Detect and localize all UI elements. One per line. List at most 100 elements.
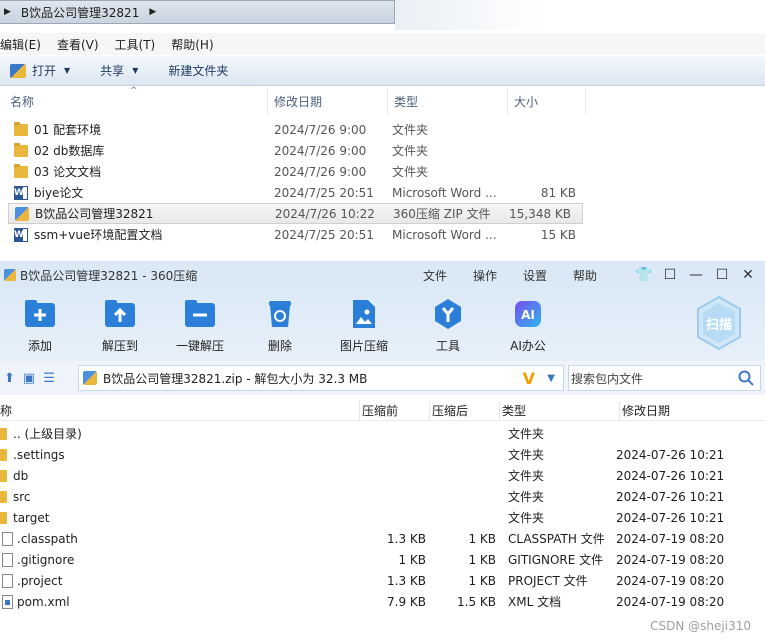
breadcrumb-segment[interactable]: B饮品公司管理32821 bbox=[15, 1, 145, 23]
list-item[interactable]: 01 配套环境 2024/7/26 9:00 文件夹 bbox=[0, 119, 765, 140]
column-name[interactable]: 名称 ^ bbox=[0, 86, 268, 114]
search-input[interactable]: 搜索包内文件 bbox=[568, 365, 761, 391]
table-row[interactable]: .settings 文件夹 2024-07-26 10:21 bbox=[0, 444, 765, 465]
breadcrumb-arrow-icon[interactable]: ▶ bbox=[0, 7, 15, 17]
zip-icon bbox=[15, 206, 29, 221]
folder-icon bbox=[0, 448, 7, 461]
v-logo-icon[interactable]: V bbox=[523, 369, 535, 388]
folder-icon bbox=[0, 427, 7, 440]
zip-column-compressed-after[interactable]: 压缩后 bbox=[430, 400, 500, 421]
breadcrumb-arrow-icon[interactable]: ▶ bbox=[145, 7, 160, 17]
tools-icon bbox=[431, 297, 465, 331]
explorer-column-header: 名称 ^ 修改日期 类型 大小 bbox=[0, 86, 765, 114]
zip-menu-bar: 文件 操作 设置 帮助 bbox=[423, 261, 623, 289]
archive-path-field[interactable]: B饮品公司管理32821.zip - 解包大小为 32.3 MB V ▼ bbox=[78, 365, 564, 391]
list-item[interactable]: 03 论文文档 2024/7/26 9:00 文件夹 bbox=[0, 161, 765, 182]
explorer-menu-bar: 编辑(E) 查看(V) 工具(T) 帮助(H) bbox=[0, 33, 765, 55]
zip-navigation-bar: ⬆ ▣ ☰ B饮品公司管理32821.zip - 解包大小为 32.3 MB V… bbox=[0, 361, 765, 395]
column-size[interactable]: 大小 bbox=[508, 88, 586, 114]
list-item[interactable]: ssm+vue环境配置文档 2024/7/25 20:51 Microsoft … bbox=[0, 224, 765, 245]
file-icon bbox=[2, 552, 13, 567]
table-row[interactable]: .gitignore 1 KB 1 KB GITIGNORE 文件 2024-0… bbox=[0, 549, 765, 570]
list-item[interactable]: biye论文 2024/7/25 20:51 Microsoft Word ..… bbox=[0, 182, 765, 203]
extract-to-icon bbox=[103, 297, 137, 331]
delete-button[interactable]: 删除 bbox=[240, 297, 320, 354]
list-view-icon[interactable]: ☰ bbox=[43, 371, 55, 386]
word-icon bbox=[14, 185, 28, 200]
close-icon[interactable]: ✕ bbox=[735, 267, 761, 283]
address-bar[interactable]: ▶ B饮品公司管理32821 ▶ bbox=[0, 0, 395, 24]
open-icon bbox=[10, 63, 26, 78]
list-item[interactable]: 02 db数据库 2024/7/26 9:00 文件夹 bbox=[0, 140, 765, 161]
menu-edit[interactable]: 编辑(E) bbox=[0, 36, 41, 53]
folder-icon bbox=[0, 490, 7, 503]
menu-help[interactable]: 帮助(H) bbox=[171, 36, 213, 53]
search-placeholder: 搜索包内文件 bbox=[571, 371, 644, 386]
svg-text:AI: AI bbox=[521, 308, 535, 322]
share-label: 共享 bbox=[100, 64, 125, 78]
table-row[interactable]: .. (上级目录) 文件夹 bbox=[0, 423, 765, 444]
folder-icon bbox=[14, 121, 28, 136]
zip-window-title: B饮品公司管理32821 - 360压缩 bbox=[20, 268, 198, 283]
maximize-icon[interactable]: ☐ bbox=[709, 267, 735, 283]
file-icon bbox=[2, 573, 13, 588]
zip-menu-settings[interactable]: 设置 bbox=[523, 267, 547, 284]
folder-icon bbox=[14, 163, 28, 178]
add-button[interactable]: 添加 bbox=[0, 297, 80, 354]
zip-column-header: 名称 压缩前 压缩后 类型 修改日期 bbox=[0, 400, 765, 421]
zip-icon bbox=[83, 371, 97, 385]
search-icon[interactable] bbox=[738, 370, 754, 389]
menu-tools[interactable]: 工具(T) bbox=[115, 36, 156, 53]
zip-menu-help[interactable]: 帮助 bbox=[573, 267, 597, 284]
watermark: CSDN @sheji310 bbox=[650, 619, 751, 633]
new-folder-button[interactable]: 新建文件夹 bbox=[168, 62, 228, 79]
add-icon bbox=[23, 297, 57, 331]
chevron-down-icon: ▼ bbox=[64, 66, 71, 75]
open-label: 打开 bbox=[32, 64, 57, 78]
zip-menu-operation[interactable]: 操作 bbox=[473, 267, 497, 284]
image-compress-button[interactable]: 图片压缩 bbox=[320, 297, 408, 354]
list-item-selected[interactable]: B饮品公司管理32821 2024/7/26 10:22 360压缩 ZIP 文… bbox=[8, 203, 583, 224]
explorer-toolbar: 打开 ▼ 共享 ▼ 新建文件夹 bbox=[0, 56, 765, 86]
thumbnail-view-icon[interactable]: ▣ bbox=[23, 371, 35, 386]
extract-to-button[interactable]: 解压到 bbox=[80, 297, 160, 354]
table-row[interactable]: pom.xml 7.9 KB 1.5 KB XML 文档 2024-07-19 … bbox=[0, 591, 765, 612]
zip-column-type[interactable]: 类型 bbox=[500, 400, 620, 421]
table-row[interactable]: src 文件夹 2024-07-26 10:21 bbox=[0, 486, 765, 507]
table-row[interactable]: .project 1.3 KB 1 KB PROJECT 文件 2024-07-… bbox=[0, 570, 765, 591]
folder-icon bbox=[0, 511, 7, 524]
explorer-titlebar-background bbox=[395, 0, 765, 30]
skin-icon[interactable]: 👕 bbox=[631, 267, 657, 283]
feedback-icon[interactable]: ☐ bbox=[657, 267, 683, 283]
new-folder-label: 新建文件夹 bbox=[168, 64, 229, 78]
recycle-bin-icon bbox=[263, 297, 297, 331]
zip-column-name[interactable]: 名称 bbox=[0, 400, 360, 421]
tools-button[interactable]: 工具 bbox=[408, 297, 488, 354]
zip-menu-file[interactable]: 文件 bbox=[423, 267, 447, 284]
sort-ascending-icon: ^ bbox=[130, 86, 138, 96]
zip-column-compressed-before[interactable]: 压缩前 bbox=[360, 400, 430, 421]
ai-office-button[interactable]: AI AI办公 bbox=[488, 297, 568, 354]
zip-file-list: .. (上级目录) 文件夹 .settings 文件夹 2024-07-26 1… bbox=[0, 421, 765, 612]
chevron-down-icon: ▼ bbox=[132, 66, 139, 75]
zip-column-date[interactable]: 修改日期 bbox=[620, 401, 760, 421]
up-arrow-icon[interactable]: ⬆ bbox=[4, 371, 15, 386]
table-row[interactable]: target 文件夹 2024-07-26 10:21 bbox=[0, 507, 765, 528]
folder-icon bbox=[0, 469, 7, 482]
table-row[interactable]: .classpath 1.3 KB 1 KB CLASSPATH 文件 2024… bbox=[0, 528, 765, 549]
ai-icon: AI bbox=[511, 297, 545, 331]
table-row[interactable]: db 文件夹 2024-07-26 10:21 bbox=[0, 465, 765, 486]
window-controls: 👕 ☐ — ☐ ✕ bbox=[631, 261, 761, 289]
menu-view[interactable]: 查看(V) bbox=[57, 36, 99, 53]
minimize-icon[interactable]: — bbox=[683, 267, 709, 283]
column-type[interactable]: 类型 bbox=[388, 88, 508, 114]
column-date[interactable]: 修改日期 bbox=[268, 88, 388, 114]
chevron-down-icon[interactable]: ▼ bbox=[547, 373, 555, 384]
share-button[interactable]: 共享 ▼ bbox=[100, 62, 138, 79]
open-button[interactable]: 打开 ▼ bbox=[10, 62, 70, 79]
explorer-file-list: 01 配套环境 2024/7/26 9:00 文件夹 02 db数据库 2024… bbox=[0, 119, 765, 245]
scan-button[interactable]: 扫描 bbox=[695, 295, 743, 351]
zip-toolbar: 添加 解压到 一键解压 删除 图片压缩 工具 AI AI办公 扫描 bbox=[0, 289, 765, 361]
one-click-extract-button[interactable]: 一键解压 bbox=[160, 297, 240, 354]
folder-icon bbox=[14, 142, 28, 157]
